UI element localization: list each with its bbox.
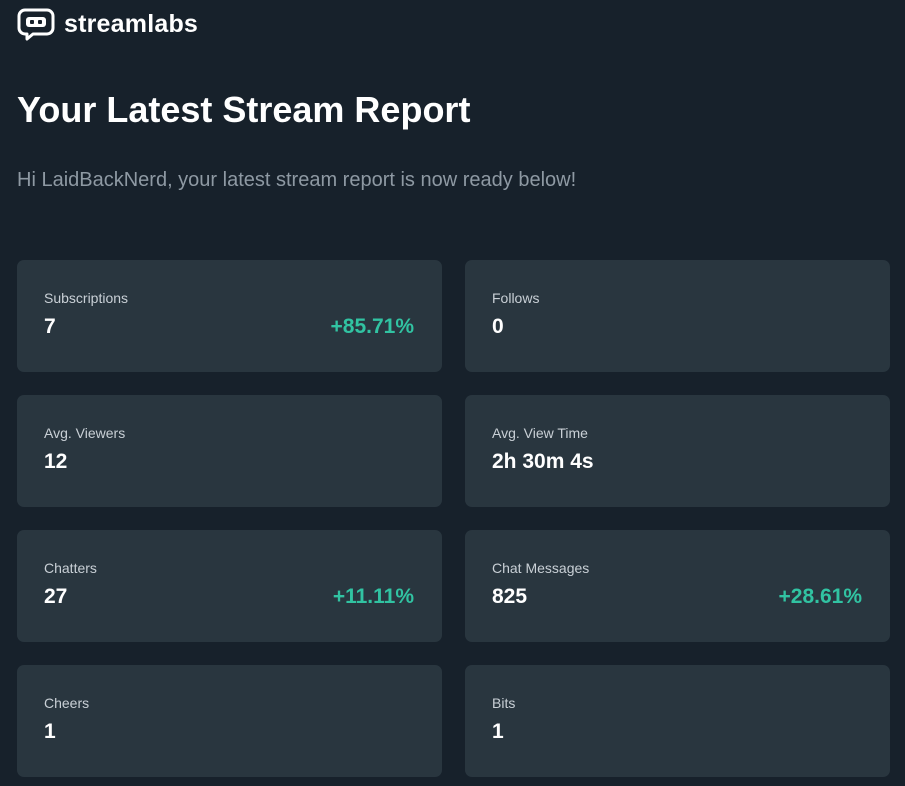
brand-header[interactable]: streamlabs (17, 8, 198, 42)
stat-value: 1 (44, 720, 56, 743)
stat-label: Avg. View Time (492, 425, 588, 441)
stat-change: +85.71% (330, 315, 415, 338)
stat-label: Bits (492, 695, 516, 711)
stat-card-bits: Bits 1 (465, 665, 890, 777)
stat-label: Cheers (44, 695, 90, 711)
stat-value: 2h 30m 4s (492, 450, 594, 473)
stat-card-follows: Follows 0 (465, 260, 890, 372)
streamlabs-logo-icon (17, 8, 55, 41)
stat-label: Subscriptions (44, 290, 129, 306)
stat-card-chat-messages: Chat Messages 825 +28.61% (465, 530, 890, 642)
page-title: Your Latest Stream Report (17, 89, 471, 130)
stat-value: 825 (492, 585, 528, 608)
stat-card-avg-viewers: Avg. Viewers 12 (17, 395, 442, 507)
stat-value: 1 (492, 720, 504, 743)
stat-label: Follows (492, 290, 540, 306)
stat-label: Chat Messages (492, 560, 590, 576)
stat-value: 12 (44, 450, 68, 473)
stat-value: 7 (44, 315, 56, 338)
stat-card-chatters: Chatters 27 +11.11% (17, 530, 442, 642)
greeting-text: Hi LaidBackNerd, your latest stream repo… (17, 169, 577, 191)
stat-value: 0 (492, 315, 504, 338)
stat-value: 27 (44, 585, 68, 608)
stat-card-avg-view-time: Avg. View Time 2h 30m 4s (465, 395, 890, 507)
brand-name: streamlabs (64, 9, 199, 38)
stat-change: +28.61% (778, 585, 863, 608)
stat-card-subscriptions: Subscriptions 7 +85.71% (17, 260, 442, 372)
stat-change: +11.11% (332, 585, 414, 608)
stat-label: Avg. Viewers (44, 425, 126, 441)
stat-label: Chatters (44, 560, 97, 576)
stat-card-cheers: Cheers 1 (17, 665, 442, 777)
stream-report-page: streamlabs Your Latest Stream Report Hi … (0, 0, 905, 786)
